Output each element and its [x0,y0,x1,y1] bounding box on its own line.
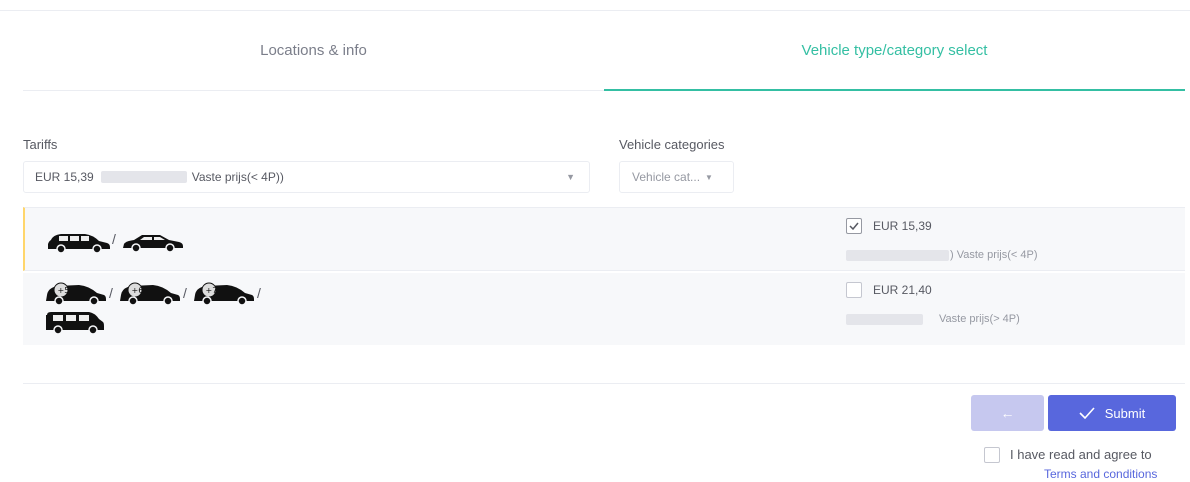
submit-button[interactable]: Submit [1048,395,1176,431]
5-seat-car-icon: +5 [46,282,106,306]
wizard-tabs: Locations & info Vehicle type/category s… [23,11,1185,91]
row-checkbox[interactable] [846,282,862,298]
svg-text:+7: +7 [206,286,218,295]
arrow-left-icon: ← [1000,405,1015,421]
back-button[interactable]: ← [971,395,1044,431]
redacted-text [846,313,923,325]
sedan-icon [123,235,183,253]
row-tariff-name: Vaste prijs(> 4P) [939,313,1020,325]
separator: / [183,285,187,301]
row-price: EUR 15,39 [873,219,932,233]
tariff-name: Vaste prijs(< 4P)) [191,170,284,184]
tab-label: Locations & info [260,42,367,59]
checkmark-icon [849,222,859,230]
tariff-price: EUR 15,39 [35,170,94,184]
svg-text:+6: +6 [132,286,144,295]
row-checkbox[interactable] [846,218,862,234]
separator: / [112,231,116,247]
tab-locations-info[interactable]: Locations & info [23,11,604,91]
minivan-icon [48,234,110,254]
chevron-down-icon: ▼ [566,172,575,182]
tab-vehicle-select[interactable]: Vehicle type/category select [604,11,1185,91]
row-tariff-name: ) Vaste prijs(< 4P) [950,249,1038,261]
chevron-down-icon: ▼ [705,172,713,182]
agree-label: I have read and agree to [1010,447,1152,462]
vehicle-categories-label: Vehicle categories [619,137,725,152]
7-seat-car-icon: +7 [194,282,254,306]
6-seat-car-icon: +6 [120,282,180,306]
vehicle-option-row[interactable]: / EUR 15,39 ) Vaste prijs(< 4P) [23,207,1185,271]
vehicle-category-placeholder: Vehicle cat... [632,170,701,184]
vehicle-option-row[interactable]: +5 / +6 / +7 / EUR 21,40 Vaste prijs(> 4… [23,273,1185,345]
agree-checkbox[interactable] [984,447,1000,463]
row-price: EUR 21,40 [873,283,932,297]
tariff-select[interactable]: EUR 15,39 Vaste prijs(< 4P)) ▼ [23,161,590,193]
separator: / [257,285,261,301]
terms-link[interactable]: Terms and conditions [1044,467,1157,481]
separator: / [109,285,113,301]
vehicle-category-select[interactable]: Vehicle cat... ▼ [619,161,734,193]
submit-label: Submit [1104,405,1146,421]
redacted-text [846,249,949,261]
van-icon [46,312,104,335]
checkmark-icon [1079,407,1095,419]
footer-divider [23,383,1185,384]
svg-text:+5: +5 [58,286,70,295]
redacted-text [100,171,187,183]
tariffs-label: Tariffs [23,137,58,152]
tab-label: Vehicle type/category select [801,41,988,59]
